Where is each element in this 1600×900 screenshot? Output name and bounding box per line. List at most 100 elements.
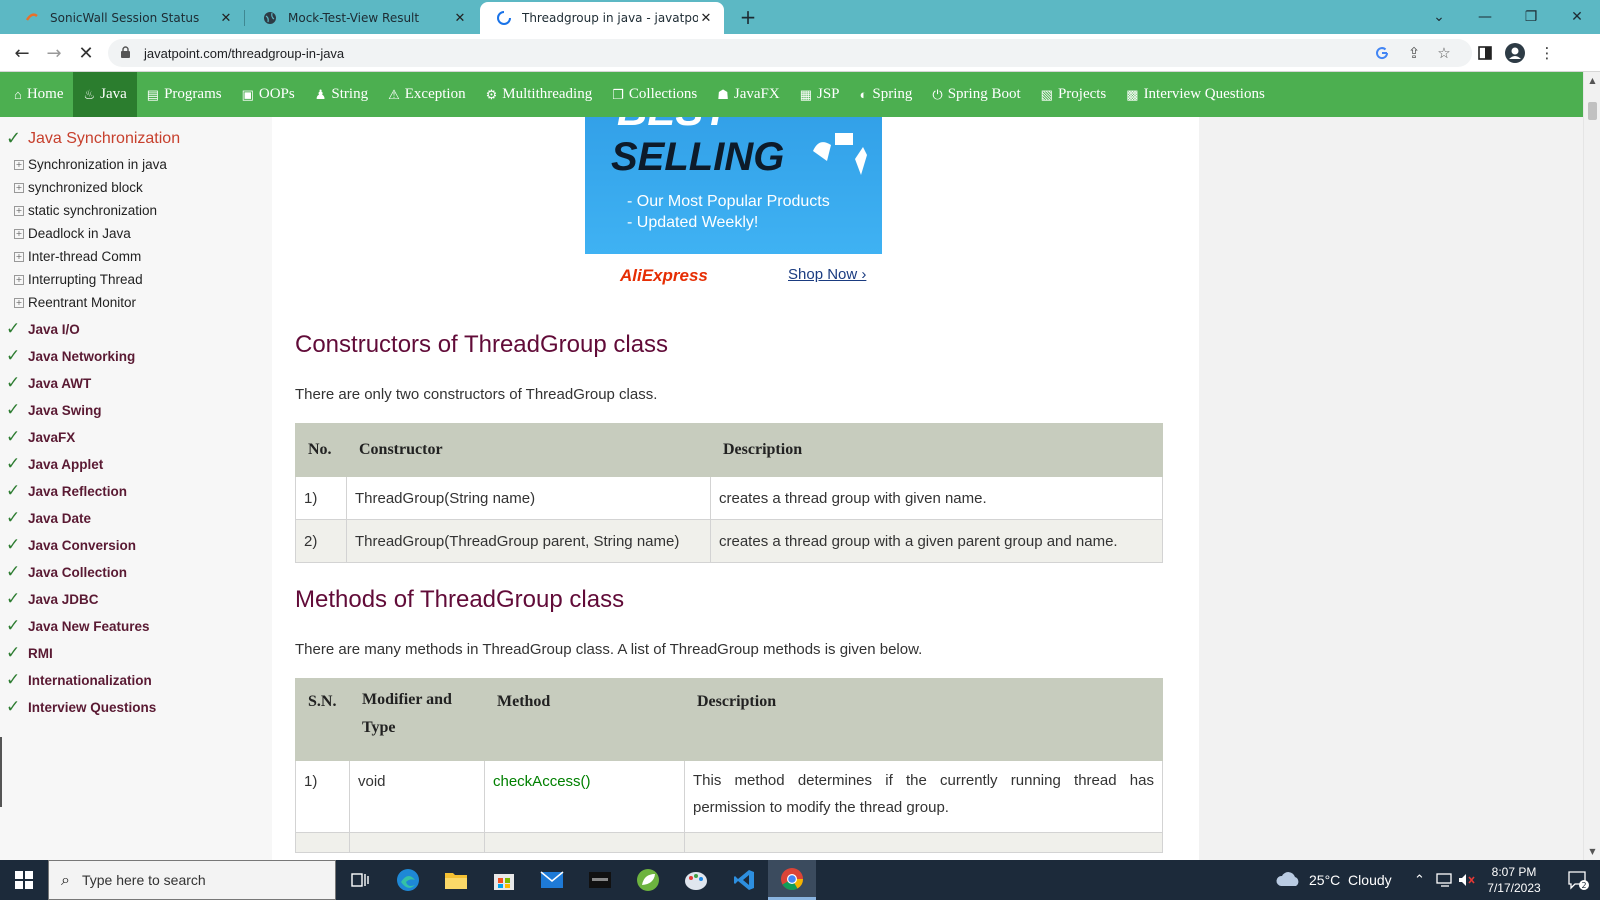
- sidebar-topic-java-swing[interactable]: ✓ Java Swing: [6, 400, 102, 420]
- method-link[interactable]: checkAccess(): [484, 760, 685, 833]
- nav-oops[interactable]: ▣ OOPs: [232, 72, 305, 117]
- sidebar-item-synchronized-block[interactable]: + synchronized block: [14, 180, 143, 195]
- network-icon[interactable]: [1436, 860, 1454, 900]
- url-text[interactable]: javatpoint.com/threadgroup-in-java: [144, 46, 344, 61]
- nav-home[interactable]: ⌂ Home: [0, 72, 73, 117]
- vertical-scrollbar[interactable]: ▲ ▼: [1583, 72, 1600, 860]
- paint-icon[interactable]: [672, 860, 720, 900]
- profile-avatar-icon[interactable]: [1504, 39, 1526, 67]
- notification-center-icon[interactable]: 2: [1556, 860, 1600, 900]
- edge-icon[interactable]: [384, 860, 432, 900]
- ad-banner-image[interactable]: BEST SELLING - Our Most Popular Products…: [585, 117, 882, 254]
- volume-muted-icon[interactable]: [1458, 860, 1476, 900]
- sidebar-topic-java-awt[interactable]: ✓ Java AWT: [6, 373, 91, 393]
- system-clock[interactable]: 8:07 PM 7/17/2023: [1478, 864, 1550, 896]
- close-tab-icon[interactable]: ✕: [218, 11, 234, 26]
- forward-button[interactable]: →: [40, 39, 68, 67]
- sidebar-section-java-synchronization[interactable]: ✓ Java Synchronization: [6, 128, 180, 149]
- weather-widget[interactable]: 25°C Cloudy: [1275, 860, 1392, 900]
- scrollbar-thumb[interactable]: [1588, 102, 1597, 120]
- nav-exception[interactable]: ⚠ Exception: [378, 72, 475, 117]
- chrome-icon[interactable]: [768, 860, 816, 900]
- sidebar-item-interrupting-thread[interactable]: + Interrupting Thread: [14, 272, 143, 287]
- taskbar-search-box[interactable]: ⌕ Type here to search: [48, 860, 336, 900]
- lock-icon[interactable]: [120, 44, 134, 63]
- nav-spring-boot[interactable]: ⏻ Spring Boot: [922, 72, 1030, 117]
- minimize-button[interactable]: —: [1462, 0, 1508, 34]
- close-window-button[interactable]: ✕: [1554, 0, 1600, 34]
- table-row: 1) void checkAccess() This method determ…: [295, 760, 1163, 833]
- methods-table: S.N. Modifier and Type Method Descriptio…: [295, 678, 1163, 853]
- sidebar-topic-java-applet[interactable]: ✓ Java Applet: [6, 454, 103, 474]
- tab-separator: [244, 10, 245, 26]
- back-button[interactable]: ←: [8, 39, 36, 67]
- sidebar-item-reentrant-monitor[interactable]: + Reentrant Monitor: [14, 295, 136, 310]
- nav-multithreading[interactable]: ⚙ Multithreading: [476, 72, 603, 117]
- aliexpress-logo[interactable]: AliExpress: [620, 266, 708, 286]
- sidebar-topic-label: Java Conversion: [28, 537, 137, 553]
- sidebar-topic-rmi[interactable]: ✓ RMI: [6, 643, 53, 663]
- sidebar-topic-java-jdbc[interactable]: ✓ Java JDBC: [6, 589, 99, 609]
- sidebar-topic-java-io[interactable]: ✓ Java I/O: [6, 319, 80, 339]
- scroll-up-arrow-icon[interactable]: ▲: [1584, 72, 1600, 89]
- nav-programs[interactable]: ▤ Programs: [137, 72, 232, 117]
- sidebar-item-deadlock[interactable]: + Deadlock in Java: [14, 226, 131, 241]
- tab-threadgroup[interactable]: Threadgroup in java - javatpoint ✕: [480, 2, 724, 34]
- show-hidden-icons-chevron-icon[interactable]: ⌃: [1414, 860, 1425, 900]
- javafx-icon: ☗: [717, 86, 729, 102]
- tab-search-icon[interactable]: ⌄: [1416, 0, 1462, 34]
- google-icon[interactable]: [1372, 43, 1392, 63]
- sidebar-topic-java-conversion[interactable]: ✓ Java Conversion: [6, 535, 136, 555]
- right-ad-column: [1199, 117, 1583, 860]
- nav-interview-questions[interactable]: ▩ Interview Questions: [1116, 72, 1275, 117]
- mail-icon[interactable]: [528, 860, 576, 900]
- nav-spring[interactable]: ◐ Spring: [850, 72, 923, 117]
- table-cell: ThreadGroup(String name): [346, 476, 711, 520]
- side-panel-icon[interactable]: [1474, 39, 1496, 67]
- share-icon[interactable]: ⇪: [1404, 43, 1424, 63]
- file-explorer-icon[interactable]: [432, 860, 480, 900]
- sidebar-topic-java-new-features[interactable]: ✓ Java New Features: [6, 616, 150, 636]
- sidebar-item-inter-thread-comm[interactable]: + Inter-thread Comm: [14, 249, 141, 264]
- new-tab-button[interactable]: +: [736, 5, 760, 29]
- tab-mock-test[interactable]: Mock-Test-View Result ✕: [246, 2, 478, 34]
- globe-icon: [262, 10, 278, 26]
- more-menu-icon[interactable]: ⋮: [1536, 39, 1558, 67]
- sidebar-item-synchronization-in-java[interactable]: + Synchronization in java: [14, 157, 167, 172]
- nav-projects[interactable]: ▧ Projects: [1031, 72, 1117, 117]
- browser-toolbar: ← → ✕ javatpoint.com/threadgroup-in-java…: [0, 34, 1600, 72]
- nav-java[interactable]: ♨ Java: [73, 72, 137, 117]
- tab-sonicwall[interactable]: SonicWall Session Status ✕: [8, 2, 244, 34]
- nav-label: OOPs: [258, 86, 295, 102]
- close-tab-icon[interactable]: ✕: [698, 11, 714, 26]
- nav-label: JSP: [817, 86, 840, 102]
- nav-string[interactable]: ♟ String: [305, 72, 378, 117]
- windows-start-icon[interactable]: [0, 860, 48, 900]
- sidebar-item-label: Inter-thread Comm: [28, 249, 142, 264]
- nav-jsp[interactable]: ▦ JSP: [790, 72, 850, 117]
- store-icon[interactable]: [480, 860, 528, 900]
- table-header-row: S.N. Modifier and Type Method Descriptio…: [295, 678, 1163, 761]
- task-view-icon[interactable]: [336, 860, 384, 900]
- sidebar-topic-javafx[interactable]: ✓ JavaFX: [6, 427, 75, 447]
- shop-now-link[interactable]: Shop Now ›: [788, 266, 866, 283]
- terminal-app-icon[interactable]: [576, 860, 624, 900]
- vscode-icon[interactable]: [720, 860, 768, 900]
- nav-collections[interactable]: ❐ Collections: [602, 72, 707, 117]
- restore-button[interactable]: ❐: [1508, 0, 1554, 34]
- sidebar-topic-java-reflection[interactable]: ✓ Java Reflection: [6, 481, 127, 501]
- stop-loading-button[interactable]: ✕: [72, 39, 100, 67]
- sidebar-topic-java-networking[interactable]: ✓ Java Networking: [6, 346, 135, 366]
- nav-javafx[interactable]: ☗ JavaFX: [707, 72, 789, 117]
- close-tab-icon[interactable]: ✕: [452, 11, 468, 26]
- spring-tool-icon[interactable]: [624, 860, 672, 900]
- scroll-down-arrow-icon[interactable]: ▼: [1584, 843, 1600, 860]
- notification-count: 2: [1581, 881, 1586, 890]
- sidebar-topic-java-date[interactable]: ✓ Java Date: [6, 508, 91, 528]
- sidebar-topic-interview-questions[interactable]: ✓ Interview Questions: [6, 697, 156, 717]
- sidebar-topic-internationalization[interactable]: ✓ Internationalization: [6, 670, 152, 690]
- bookmark-star-icon[interactable]: ☆: [1434, 43, 1454, 63]
- sidebar-topic-java-collection[interactable]: ✓ Java Collection: [6, 562, 127, 582]
- address-bar[interactable]: javatpoint.com/threadgroup-in-java ⇪ ☆: [108, 39, 1472, 67]
- sidebar-item-static-synchronization[interactable]: + static synchronization: [14, 203, 157, 218]
